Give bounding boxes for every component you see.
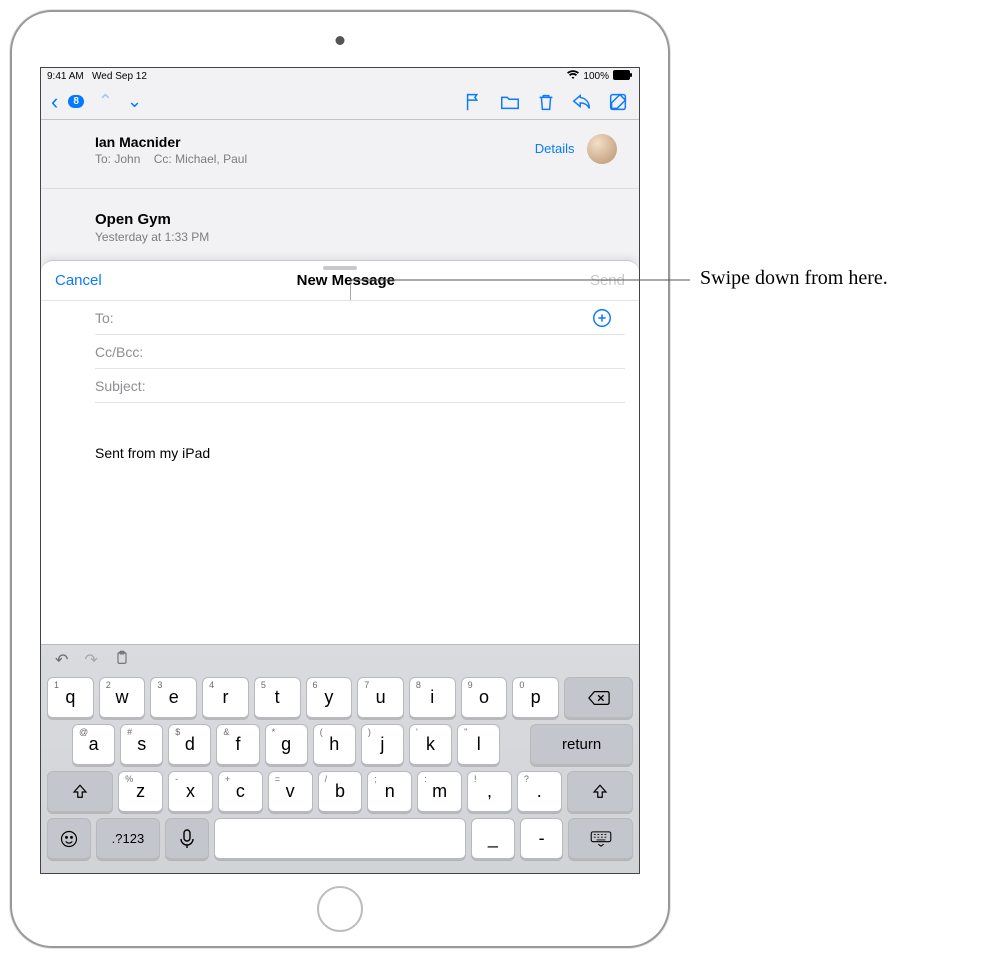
to-field-label: To: xyxy=(95,310,155,326)
key--[interactable]: - xyxy=(520,818,564,860)
key-.[interactable]: ?. xyxy=(517,771,562,813)
message-subject: Open Gym xyxy=(95,211,617,228)
battery-pct: 100% xyxy=(583,71,609,82)
key-f[interactable]: &f xyxy=(216,724,259,766)
ccbcc-field-label: Cc/Bcc: xyxy=(95,344,155,360)
trash-icon[interactable] xyxy=(535,91,557,113)
key-i[interactable]: 8i xyxy=(409,677,456,719)
key-r[interactable]: 4r xyxy=(202,677,249,719)
key-z[interactable]: %z xyxy=(118,771,163,813)
cc-label: Cc: xyxy=(154,152,172,166)
subject-field-label: Subject: xyxy=(95,378,155,394)
reply-icon[interactable] xyxy=(571,91,593,113)
subject-field-row[interactable]: Subject: xyxy=(95,369,625,403)
unread-badge[interactable]: 8 xyxy=(68,95,84,108)
key-,[interactable]: !, xyxy=(467,771,512,813)
compose-icon[interactable] xyxy=(607,91,629,113)
spacebar-key[interactable] xyxy=(214,818,466,860)
signature-text: Sent from my iPad xyxy=(95,445,625,461)
clipboard-icon[interactable] xyxy=(114,650,130,671)
screen: 9:41 AM Wed Sep 12 100% ‹ xyxy=(40,67,640,874)
subject-field-input[interactable] xyxy=(155,378,625,394)
send-button: Send xyxy=(590,272,625,289)
dictation-key[interactable] xyxy=(165,818,209,860)
key-k[interactable]: 'k xyxy=(409,724,452,766)
ccbcc-field-row[interactable]: Cc/Bcc: xyxy=(95,335,625,369)
wifi-icon xyxy=(567,70,579,83)
numbers-key[interactable]: .?123 xyxy=(96,818,161,860)
key-j[interactable]: )j xyxy=(361,724,404,766)
key-s[interactable]: #s xyxy=(120,724,163,766)
cc-value: Michael, Paul xyxy=(175,152,247,166)
cancel-button[interactable]: Cancel xyxy=(55,272,102,289)
callout-text: Swipe down from here. xyxy=(700,267,888,290)
message-header: Ian Macnider To: John Cc: Michael, Paul … xyxy=(41,120,639,172)
next-message-icon[interactable]: ⌄ xyxy=(127,91,142,112)
home-button[interactable] xyxy=(317,886,363,932)
keyboard: ↶ ↷ 1q2w3e4r5t6y7u8i9o0p @a#s$d&f*g(h)j'… xyxy=(41,644,639,873)
compose-title: New Message xyxy=(297,272,395,289)
details-link[interactable]: Details xyxy=(535,141,575,156)
key-y[interactable]: 6y xyxy=(306,677,353,719)
key-b[interactable]: /b xyxy=(318,771,363,813)
key-q[interactable]: 1q xyxy=(47,677,94,719)
key-u[interactable]: 7u xyxy=(357,677,404,719)
status-bar: 9:41 AM Wed Sep 12 100% xyxy=(41,68,639,84)
emoji-key[interactable] xyxy=(47,818,91,860)
key-m[interactable]: :m xyxy=(417,771,462,813)
to-field-row[interactable]: To: xyxy=(95,301,625,335)
hide-keyboard-key[interactable] xyxy=(568,818,633,860)
key-p[interactable]: 0p xyxy=(512,677,559,719)
key-e[interactable]: 3e xyxy=(150,677,197,719)
key-x[interactable]: -x xyxy=(168,771,213,813)
key-c[interactable]: +c xyxy=(218,771,263,813)
key-n[interactable]: ;n xyxy=(367,771,412,813)
key-o[interactable]: 9o xyxy=(461,677,508,719)
avatar[interactable] xyxy=(587,134,617,164)
key-d[interactable]: $d xyxy=(168,724,211,766)
key-t[interactable]: 5t xyxy=(254,677,301,719)
key-h[interactable]: (h xyxy=(313,724,356,766)
compose-sheet: Cancel New Message Send To: Cc/Bcc: xyxy=(41,260,639,873)
key-_[interactable]: _ xyxy=(471,818,515,860)
key-l[interactable]: "l xyxy=(457,724,500,766)
recipient-line: To: John Cc: Michael, Paul xyxy=(95,152,247,166)
key-g[interactable]: *g xyxy=(265,724,308,766)
ipad-frame: 9:41 AM Wed Sep 12 100% ‹ xyxy=(10,10,670,948)
folder-icon[interactable] xyxy=(499,91,521,113)
message-subject-block: Open Gym Yesterday at 1:33 PM xyxy=(41,188,639,250)
to-label: To: xyxy=(95,152,111,166)
camera-dot xyxy=(336,36,345,45)
redo-icon: ↷ xyxy=(84,650,97,670)
return-key[interactable]: return xyxy=(530,724,633,766)
prev-message-icon: ⌃ xyxy=(98,91,113,112)
status-date: Wed Sep 12 xyxy=(92,71,147,82)
shift-key-left[interactable] xyxy=(47,771,113,813)
keyboard-toolbar: ↶ ↷ xyxy=(41,645,639,675)
message-timestamp: Yesterday at 1:33 PM xyxy=(95,230,617,244)
key-w[interactable]: 2w xyxy=(99,677,146,719)
key-a[interactable]: @a xyxy=(72,724,115,766)
flag-icon[interactable] xyxy=(463,91,485,113)
mail-navbar: ‹ 8 ⌃ ⌄ xyxy=(41,84,639,120)
shift-key-right[interactable] xyxy=(567,771,633,813)
undo-icon[interactable]: ↶ xyxy=(55,650,68,670)
compose-body[interactable]: Sent from my iPad xyxy=(41,403,639,461)
ccbcc-field-input[interactable] xyxy=(155,344,625,360)
status-time: 9:41 AM xyxy=(47,71,84,82)
sender-name[interactable]: Ian Macnider xyxy=(95,134,247,150)
sheet-grabber[interactable] xyxy=(323,266,357,270)
add-contact-icon[interactable] xyxy=(591,307,613,329)
key-v[interactable]: =v xyxy=(268,771,313,813)
battery-icon xyxy=(613,70,633,83)
back-chevron-icon[interactable]: ‹ xyxy=(51,89,58,115)
to-value: John xyxy=(114,152,140,166)
backspace-key[interactable] xyxy=(564,677,633,719)
to-field-input[interactable] xyxy=(155,310,591,326)
